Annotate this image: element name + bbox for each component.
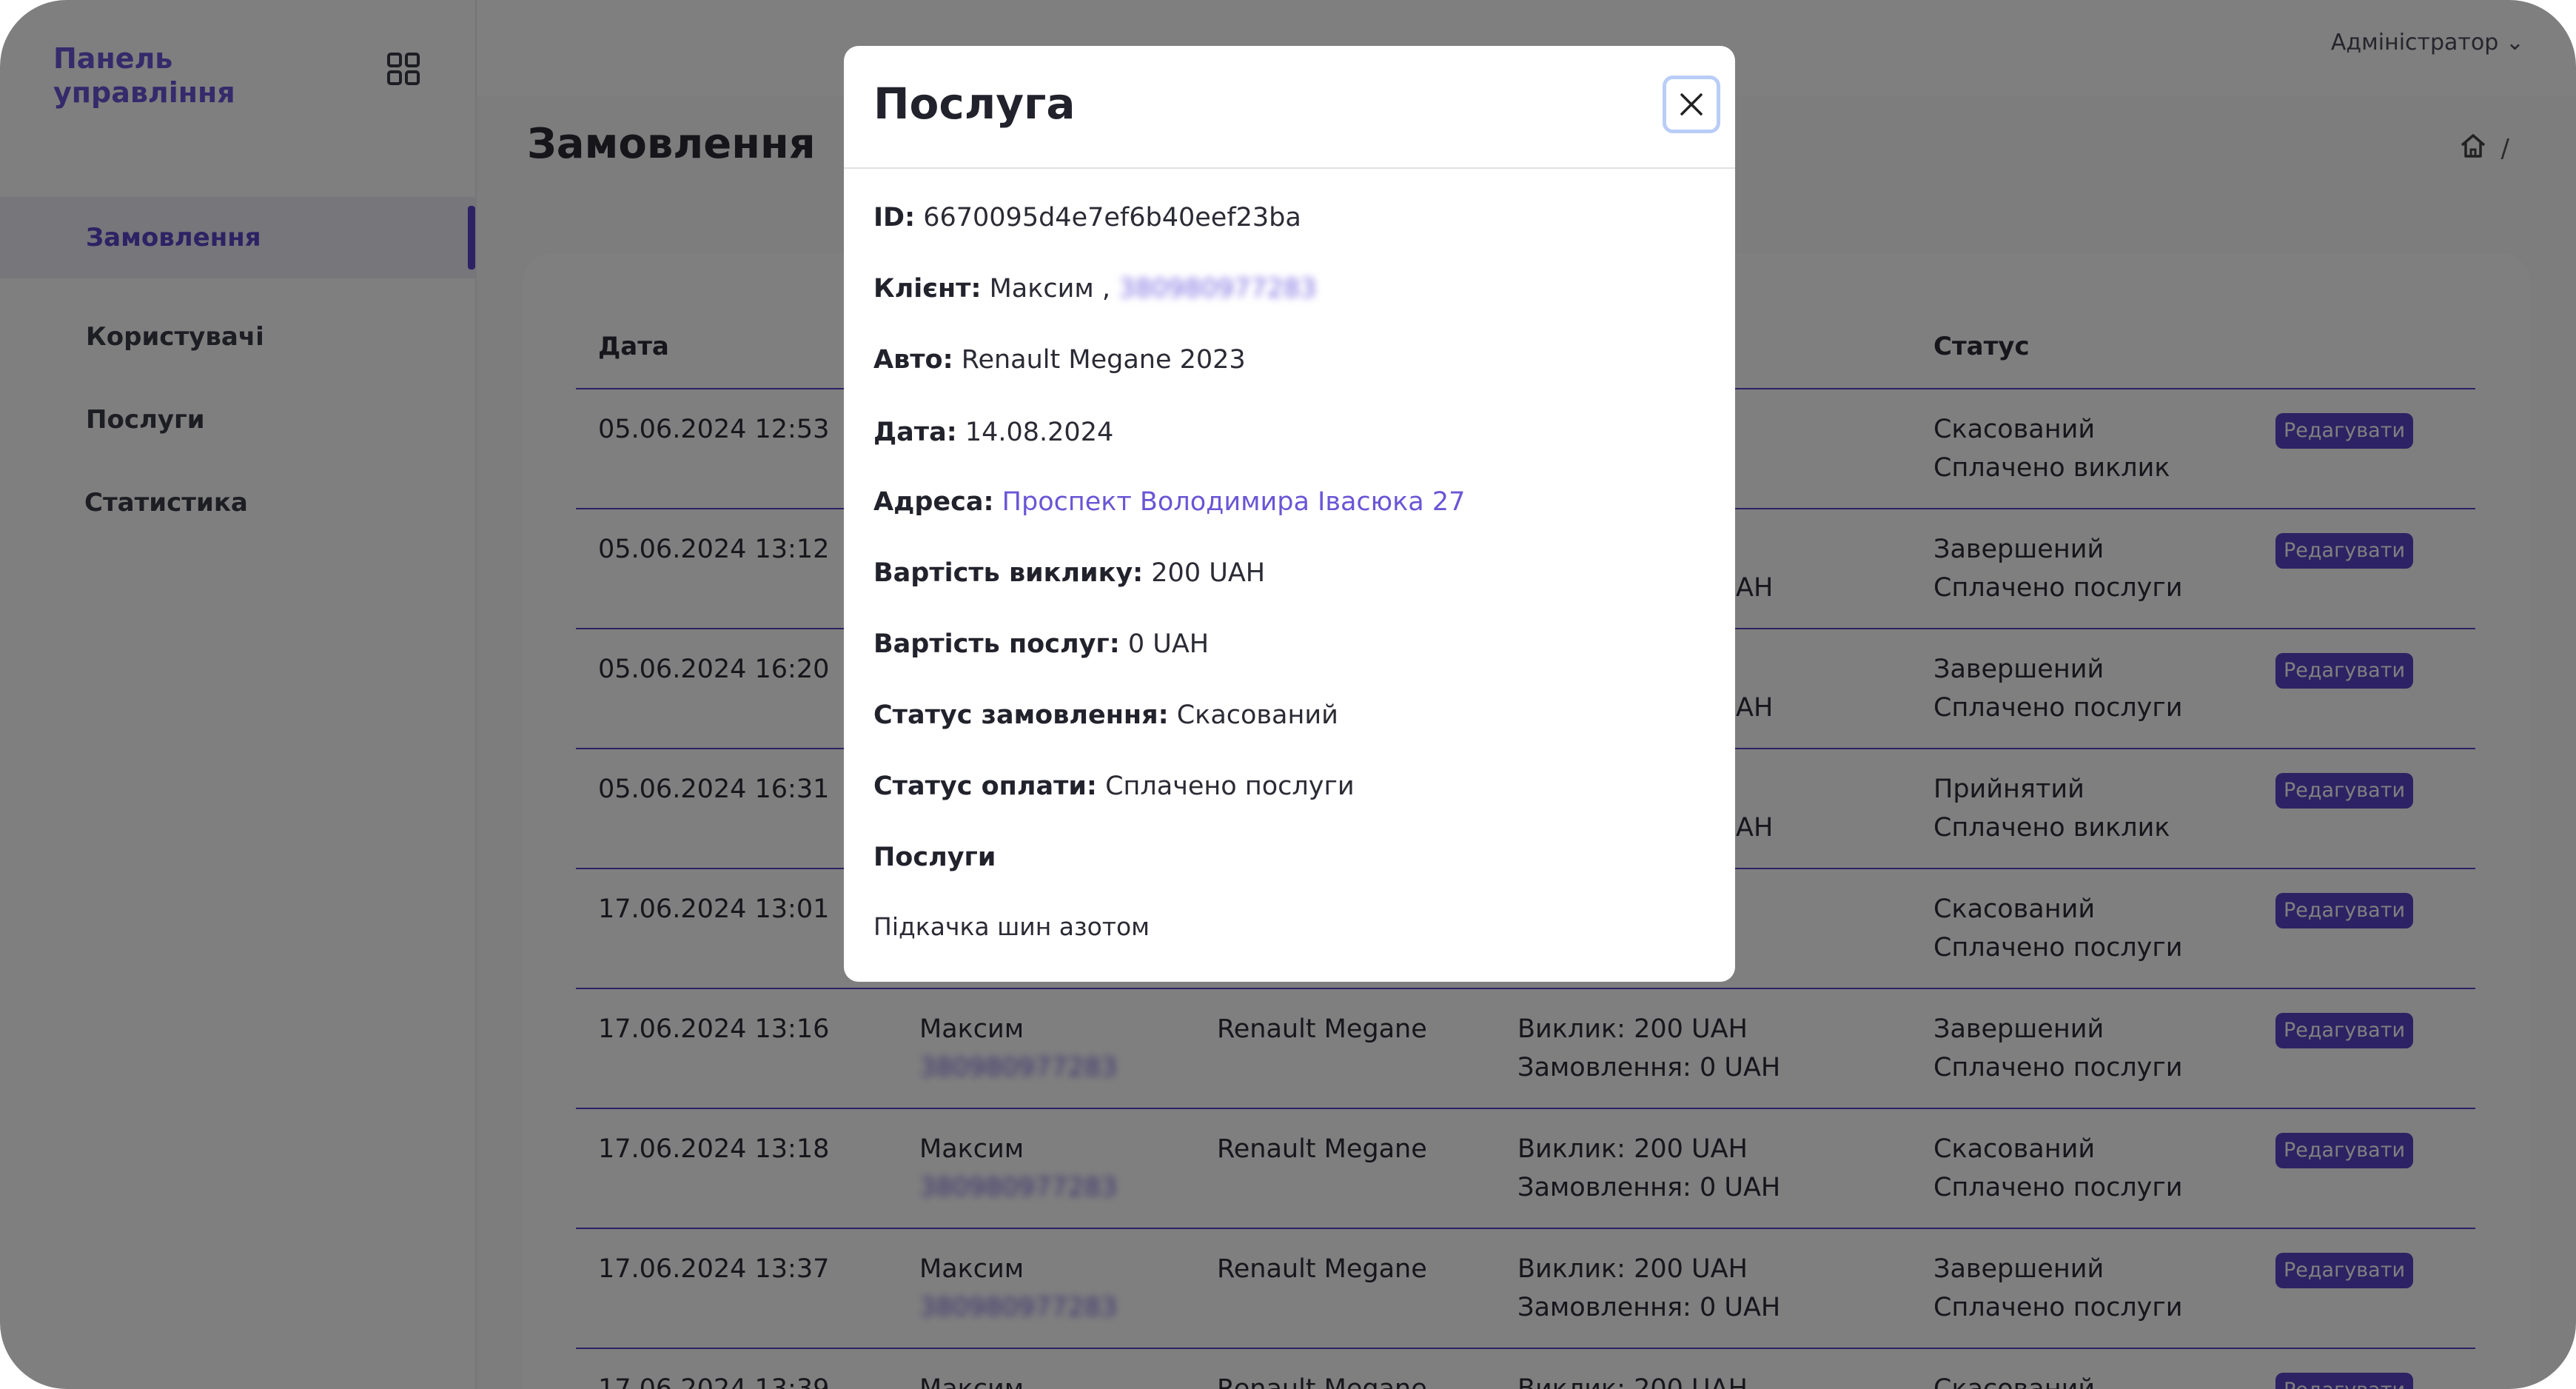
address-link[interactable]: Проспект Володимира Івасюка 27 (1002, 487, 1466, 517)
call-cost-label: Вартість виклику: (873, 558, 1144, 588)
order-status: Статус замовлення: Скасований (873, 700, 1338, 730)
order-call-cost: Вартість виклику: 200 UAH (873, 558, 1265, 588)
close-button[interactable] (1663, 76, 1720, 133)
order-id: ID: 6670095d4e7ef6b40eef23ba (873, 203, 1301, 232)
service-list-item: Підкачка шин азотом (873, 912, 1150, 941)
order-client: Клієнт: Максим , 380980977283 (873, 274, 1316, 304)
car-label: Авто: (873, 345, 953, 375)
order-date: Дата: 14.08.2024 (873, 418, 1113, 447)
modal-title: Послуга (873, 78, 1076, 129)
close-icon (1680, 93, 1703, 116)
client-value: Максим , (989, 274, 1111, 304)
client-phone[interactable]: 380980977283 (1118, 274, 1316, 304)
order-service-cost: Вартість послуг: 0 UAH (873, 629, 1209, 659)
payment-status-value: Сплачено послуги (1105, 772, 1355, 801)
client-label: Клієнт: (873, 274, 982, 304)
date-label: Дата: (873, 418, 957, 447)
payment-status-label: Статус оплати: (873, 772, 1097, 801)
modal-header: Послуга (844, 46, 1735, 169)
app-window: Панель управління Замовлення Користувачі… (0, 0, 2576, 1389)
service-cost-value: 0 UAH (1127, 629, 1210, 659)
call-cost-value: 200 UAH (1151, 558, 1266, 588)
service-cost-label: Вартість послуг: (873, 629, 1120, 659)
order-address: Адреса: Проспект Володимира Івасюка 27 (873, 487, 1465, 517)
address-label: Адреса: (873, 487, 994, 517)
order-status-value: Скасований (1176, 700, 1338, 730)
car-value: Renault Megane 2023 (961, 345, 1246, 375)
order-car: Авто: Renault Megane 2023 (873, 345, 1246, 375)
payment-status: Статус оплати: Сплачено послуги (873, 772, 1355, 801)
service-modal: Послуга ID: 6670095d4e7ef6b40eef23ba Клі… (844, 46, 1735, 982)
date-value: 14.08.2024 (965, 418, 1114, 447)
services-heading: Послуги (873, 843, 996, 872)
order-status-label: Статус замовлення: (873, 700, 1169, 730)
id-value: 6670095d4e7ef6b40eef23ba (923, 203, 1301, 232)
id-label: ID: (873, 203, 916, 232)
services-heading-text: Послуги (873, 843, 996, 872)
